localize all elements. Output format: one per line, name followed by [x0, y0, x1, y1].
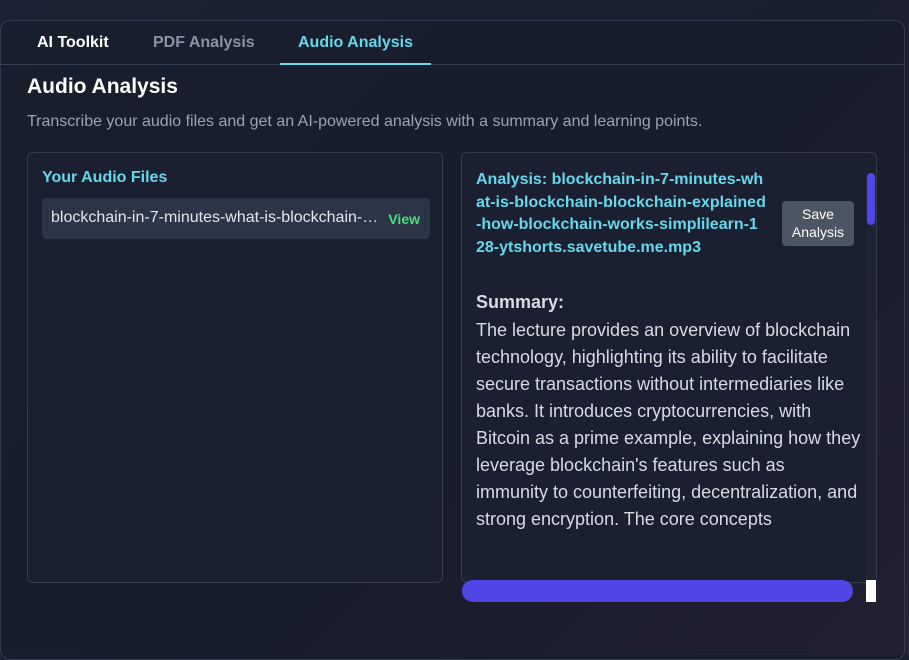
horizontal-scrollbar-thumb[interactable]	[462, 580, 853, 602]
tab-bar: AI Toolkit PDF Analysis Audio Analysis	[1, 21, 904, 65]
page-title: Audio Analysis	[27, 75, 178, 98]
tab-pdf-analysis[interactable]: PDF Analysis	[135, 21, 273, 65]
tab-ai-toolkit[interactable]: AI Toolkit	[19, 21, 127, 65]
analysis-panel: Analysis: blockchain-in-7-minutes-what-i…	[461, 152, 877, 583]
summary-text: The lecture provides an overview of bloc…	[476, 320, 861, 529]
view-file-link[interactable]: View	[388, 211, 420, 227]
page-description: Transcribe your audio files and get an A…	[27, 113, 703, 130]
save-analysis-button[interactable]: Save Analysis	[782, 201, 854, 246]
tab-audio-analysis[interactable]: Audio Analysis	[280, 21, 431, 65]
audio-files-panel: Your Audio Files blockchain-in-7-minutes…	[27, 152, 443, 583]
vertical-scrollbar-track[interactable]	[866, 173, 876, 603]
vertical-scrollbar-thumb[interactable]	[867, 173, 875, 225]
audio-file-name: blockchain-in-7-minutes-what-is-blockcha…	[51, 209, 387, 226]
audio-file-item[interactable]: blockchain-in-7-minutes-what-is-blockcha…	[42, 198, 430, 239]
scrollbar-corner	[866, 580, 876, 602]
analysis-title: Analysis: blockchain-in-7-minutes-what-i…	[476, 171, 766, 256]
summary-heading: Summary:	[476, 292, 565, 312]
audio-files-title: Your Audio Files	[42, 169, 168, 186]
